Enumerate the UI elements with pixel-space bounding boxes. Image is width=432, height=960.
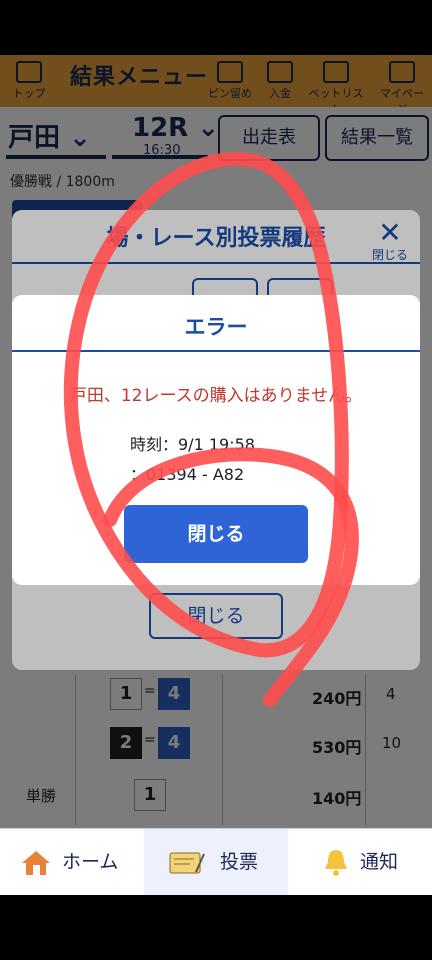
bottom-nav: ホーム 投票 通知 <box>0 828 432 895</box>
ticket-icon <box>169 852 205 874</box>
bottom-nav-notify[interactable]: 通知 <box>288 829 432 895</box>
bell-icon <box>325 850 347 876</box>
error-code: ：01394 - A82 <box>130 465 245 484</box>
error-title: エラー <box>184 315 248 339</box>
bottom-nav-home-label: ホーム <box>62 851 119 873</box>
error-time: 時刻：9/1 19:58 <box>130 435 255 454</box>
bottom-nav-bet-label: 投票 <box>220 851 259 873</box>
bottom-nav-notify-label: 通知 <box>360 851 399 873</box>
error-dialog: エラー 戸田、12レースの購入はありません。 時刻：9/1 19:58 ：013… <box>12 295 420 585</box>
app-screen: トップ 結果メニュー ピン留め 入金 ベットリスト マイページ 戸田 ⌄ 12R… <box>0 55 432 895</box>
divider <box>12 350 420 352</box>
bottom-nav-home[interactable]: ホーム <box>0 829 144 895</box>
error-close-button[interactable]: 閉じる <box>124 505 308 563</box>
house-icon <box>22 851 50 875</box>
error-message: 戸田、12レースの購入はありません。 <box>69 386 363 406</box>
bottom-nav-bet[interactable]: 投票 <box>144 829 288 895</box>
